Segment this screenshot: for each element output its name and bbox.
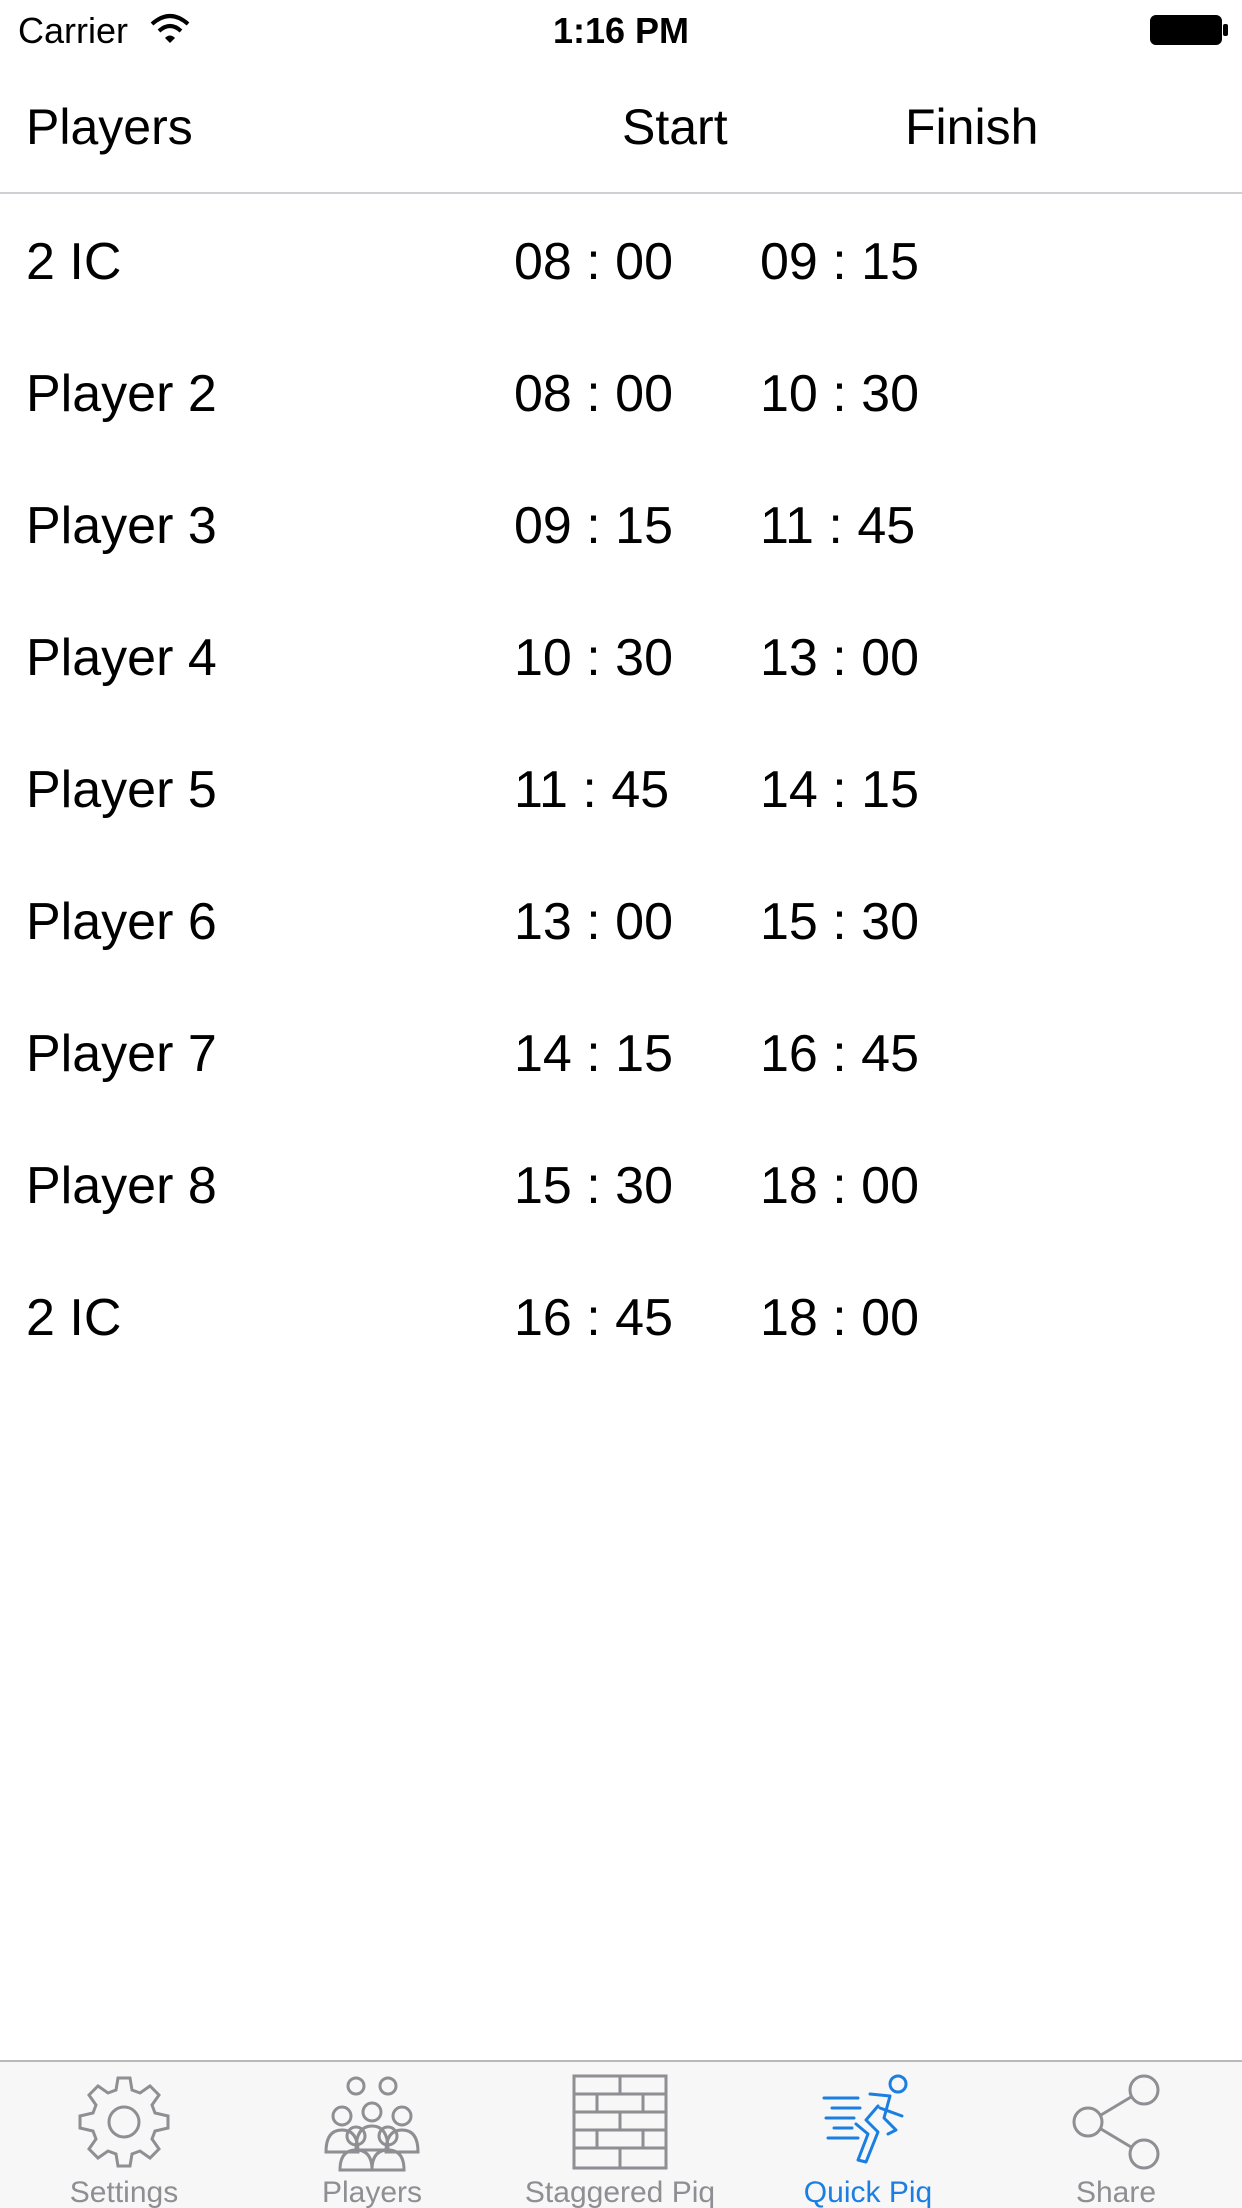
- tab-label: Players: [321, 2176, 423, 2208]
- table-row[interactable]: Player 2 08 : 00 10 : 30: [0, 326, 1242, 458]
- player-name: Player 3: [26, 497, 217, 555]
- start-time: 16 : 45: [514, 1289, 674, 1347]
- table-row[interactable]: Player 5 11 : 45 14 : 15: [0, 722, 1242, 854]
- table-row[interactable]: Player 6 13 : 00 15 : 30: [0, 854, 1242, 986]
- tab-label: Share: [1075, 2176, 1157, 2208]
- tab-players[interactable]: Players: [248, 2062, 496, 2208]
- finish-time: 16 : 45: [760, 1025, 920, 1083]
- start-time: 08 : 00: [514, 233, 674, 291]
- table-row[interactable]: 2 IC 08 : 00 09 : 15: [0, 194, 1242, 326]
- table-row[interactable]: Player 8 15 : 30 18 : 00: [0, 1118, 1242, 1250]
- tab-share[interactable]: Share: [992, 2062, 1240, 2208]
- finish-time: 10 : 30: [760, 365, 920, 423]
- start-time: 10 : 30: [514, 629, 674, 687]
- player-name: Player 5: [26, 761, 217, 819]
- player-name: Player 2: [26, 365, 217, 423]
- finish-time: 15 : 30: [760, 893, 920, 951]
- battery-icon: [1150, 15, 1228, 45]
- table-row[interactable]: Player 4 10 : 30 13 : 00: [0, 590, 1242, 722]
- screen: Carrier 1:16 PM Players Start Finish 2 I…: [0, 0, 1242, 2208]
- player-name: 2 IC: [26, 233, 122, 291]
- table-row[interactable]: 2 IC 16 : 45 18 : 00: [0, 1250, 1242, 1382]
- start-time: 08 : 00: [514, 365, 674, 423]
- table-header: Players Start Finish: [0, 60, 1242, 194]
- brick-wall-icon: [572, 2074, 668, 2170]
- gear-icon: [78, 2076, 170, 2168]
- running-person-icon: [822, 2074, 908, 2164]
- finish-time: 18 : 00: [760, 1289, 920, 1347]
- header-finish: Finish: [905, 99, 1039, 155]
- player-name: 2 IC: [26, 1289, 122, 1347]
- finish-time: 13 : 00: [760, 629, 920, 687]
- start-time: 15 : 30: [514, 1157, 674, 1215]
- player-name: Player 8: [26, 1157, 217, 1215]
- table-row[interactable]: Player 3 09 : 15 11 : 45: [0, 458, 1242, 590]
- tab-bar: Settings Players Staggered Piq Quick Piq…: [0, 2060, 1242, 2208]
- tab-staggered-piq[interactable]: Staggered Piq: [496, 2062, 744, 2208]
- finish-time: 14 : 15: [760, 761, 920, 819]
- tab-quick-piq[interactable]: Quick Piq: [744, 2062, 992, 2208]
- status-bar: Carrier 1:16 PM: [0, 0, 1242, 60]
- header-start: Start: [622, 99, 728, 155]
- start-time: 09 : 15: [514, 497, 674, 555]
- people-group-icon: [324, 2076, 420, 2172]
- tab-label: Settings: [69, 2176, 179, 2208]
- finish-time: 11 : 45: [760, 497, 916, 555]
- finish-time: 18 : 00: [760, 1157, 920, 1215]
- finish-time: 09 : 15: [760, 233, 920, 291]
- table-row[interactable]: Player 7 14 : 15 16 : 45: [0, 986, 1242, 1118]
- status-time: 1:16 PM: [552, 10, 690, 51]
- share-icon: [1072, 2074, 1160, 2170]
- header-players: Players: [26, 99, 193, 155]
- tab-settings[interactable]: Settings: [0, 2062, 248, 2208]
- start-time: 14 : 15: [514, 1025, 674, 1083]
- start-time: 11 : 45: [514, 761, 670, 819]
- player-name: Player 6: [26, 893, 217, 951]
- tab-label: Staggered Piq: [524, 2176, 716, 2208]
- tab-label: Quick Piq: [803, 2176, 933, 2208]
- schedule-list: 2 IC 08 : 00 09 : 15 Player 2 08 : 00 10…: [0, 194, 1242, 1382]
- player-name: Player 7: [26, 1025, 217, 1083]
- player-name: Player 4: [26, 629, 217, 687]
- start-time: 13 : 00: [514, 893, 674, 951]
